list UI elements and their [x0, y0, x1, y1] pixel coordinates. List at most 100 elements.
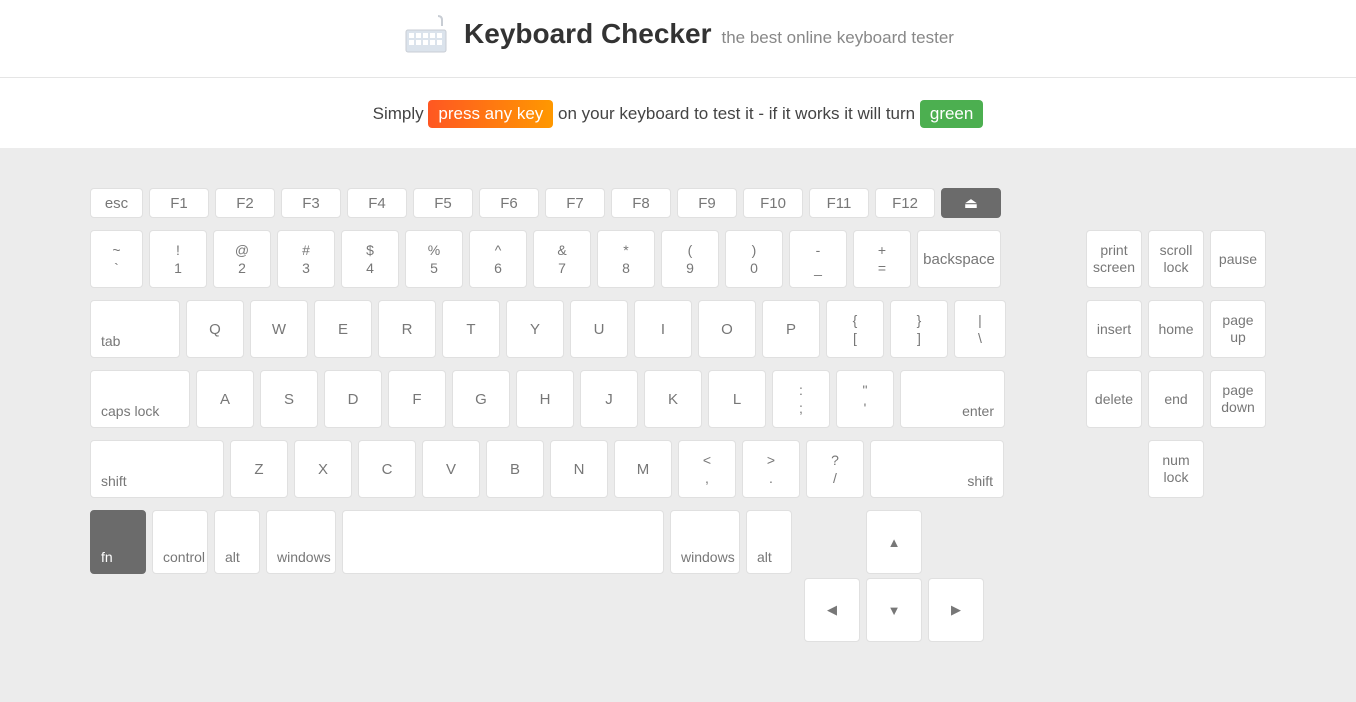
key-p[interactable]: P [762, 300, 820, 358]
key-fn[interactable]: fn [90, 510, 146, 574]
key-enter[interactable]: enter [900, 370, 1005, 428]
key-f2[interactable]: F2 [215, 188, 275, 218]
key-home[interactable]: home [1148, 300, 1204, 358]
key-6[interactable]: ^6 [469, 230, 527, 288]
key-right-windows[interactable]: windows [670, 510, 740, 574]
key-backtick[interactable]: ~` [90, 230, 143, 288]
instruction-text: Simply press any key on your keyboard to… [0, 78, 1356, 148]
instruction-mid: on your keyboard to test it - if it work… [553, 104, 920, 123]
key-f8[interactable]: F8 [611, 188, 671, 218]
key-delete[interactable]: delete [1086, 370, 1142, 428]
key-quote[interactable]: "' [836, 370, 894, 428]
key-h[interactable]: H [516, 370, 574, 428]
key-s[interactable]: S [260, 370, 318, 428]
key-f[interactable]: F [388, 370, 446, 428]
key-x[interactable]: X [294, 440, 352, 498]
key-u[interactable]: U [570, 300, 628, 358]
key-g[interactable]: G [452, 370, 510, 428]
key-f12[interactable]: F12 [875, 188, 935, 218]
key-f6[interactable]: F6 [479, 188, 539, 218]
key-arrow-up[interactable]: ▲ [866, 510, 922, 574]
key-scroll-lock[interactable]: scroll lock [1148, 230, 1204, 288]
key-c[interactable]: C [358, 440, 416, 498]
key-r[interactable]: R [378, 300, 436, 358]
key-9[interactable]: (9 [661, 230, 719, 288]
key-k[interactable]: K [644, 370, 702, 428]
key-f5[interactable]: F5 [413, 188, 473, 218]
key-7[interactable]: &7 [533, 230, 591, 288]
key-period[interactable]: >. [742, 440, 800, 498]
keyboard-area: esc F1 F2 F3 F4 F5 F6 F7 F8 F9 F10 F11 F… [0, 148, 1356, 702]
key-d[interactable]: D [324, 370, 382, 428]
key-z[interactable]: Z [230, 440, 288, 498]
green-badge: green [920, 100, 983, 128]
key-f1[interactable]: F1 [149, 188, 209, 218]
key-q[interactable]: Q [186, 300, 244, 358]
key-num-lock[interactable]: num lock [1148, 440, 1204, 498]
key-f11[interactable]: F11 [809, 188, 869, 218]
key-8[interactable]: *8 [597, 230, 655, 288]
key-control[interactable]: control [152, 510, 208, 574]
key-i[interactable]: I [634, 300, 692, 358]
key-l[interactable]: L [708, 370, 766, 428]
key-f9[interactable]: F9 [677, 188, 737, 218]
key-arrow-left[interactable]: ◀ [804, 578, 860, 642]
key-page-up[interactable]: page up [1210, 300, 1266, 358]
key-eject[interactable]: ⏏ [941, 188, 1001, 218]
side-keyboard: print screen scroll lock pause insert ho… [1086, 188, 1266, 642]
key-3[interactable]: #3 [277, 230, 335, 288]
key-b[interactable]: B [486, 440, 544, 498]
key-v[interactable]: V [422, 440, 480, 498]
key-0[interactable]: )0 [725, 230, 783, 288]
key-5[interactable]: %5 [405, 230, 463, 288]
key-backspace[interactable]: backspace [917, 230, 1001, 288]
key-e[interactable]: E [314, 300, 372, 358]
key-print-screen[interactable]: print screen [1086, 230, 1142, 288]
key-insert[interactable]: insert [1086, 300, 1142, 358]
main-keyboard: esc F1 F2 F3 F4 F5 F6 F7 F8 F9 F10 F11 F… [90, 188, 1006, 642]
key-t[interactable]: T [442, 300, 500, 358]
page-title: Keyboard Checker [464, 18, 711, 50]
header: Keyboard Checker the best online keyboar… [0, 0, 1356, 78]
arrow-cluster: ◀ ▲ ▼ ▶ [804, 510, 984, 642]
page-subtitle: the best online keyboard tester [721, 28, 953, 48]
key-esc[interactable]: esc [90, 188, 143, 218]
key-a[interactable]: A [196, 370, 254, 428]
key-tab[interactable]: tab [90, 300, 180, 358]
key-j[interactable]: J [580, 370, 638, 428]
key-left-bracket[interactable]: {[ [826, 300, 884, 358]
instruction-pre: Simply [373, 104, 429, 123]
key-4[interactable]: $4 [341, 230, 399, 288]
key-equals[interactable]: += [853, 230, 911, 288]
press-any-key-badge: press any key [428, 100, 553, 128]
key-f4[interactable]: F4 [347, 188, 407, 218]
key-left-shift[interactable]: shift [90, 440, 224, 498]
key-right-bracket[interactable]: }] [890, 300, 948, 358]
key-backslash[interactable]: |\ [954, 300, 1006, 358]
key-right-shift[interactable]: shift [870, 440, 1004, 498]
key-y[interactable]: Y [506, 300, 564, 358]
key-dash[interactable]: -_ [789, 230, 847, 288]
key-page-down[interactable]: page down [1210, 370, 1266, 428]
key-slash[interactable]: ?/ [806, 440, 864, 498]
key-arrow-right[interactable]: ▶ [928, 578, 984, 642]
key-comma[interactable]: <, [678, 440, 736, 498]
key-space[interactable] [342, 510, 664, 574]
key-pause[interactable]: pause [1210, 230, 1266, 288]
key-m[interactable]: M [614, 440, 672, 498]
key-semicolon[interactable]: :; [772, 370, 830, 428]
key-1[interactable]: !1 [149, 230, 207, 288]
key-caps-lock[interactable]: caps lock [90, 370, 190, 428]
key-left-alt[interactable]: alt [214, 510, 260, 574]
key-f7[interactable]: F7 [545, 188, 605, 218]
key-left-windows[interactable]: windows [266, 510, 336, 574]
key-arrow-down[interactable]: ▼ [866, 578, 922, 642]
key-o[interactable]: O [698, 300, 756, 358]
key-n[interactable]: N [550, 440, 608, 498]
key-end[interactable]: end [1148, 370, 1204, 428]
key-f3[interactable]: F3 [281, 188, 341, 218]
key-right-alt[interactable]: alt [746, 510, 792, 574]
key-f10[interactable]: F10 [743, 188, 803, 218]
key-2[interactable]: @2 [213, 230, 271, 288]
key-w[interactable]: W [250, 300, 308, 358]
